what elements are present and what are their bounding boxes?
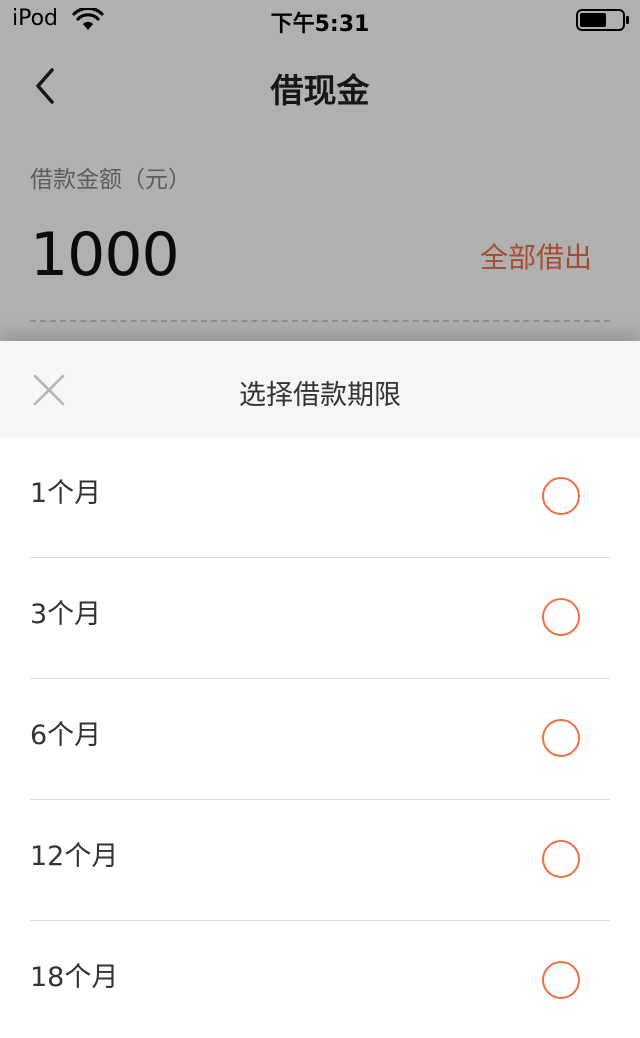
term-label: 18个月 <box>30 962 119 993</box>
radio-icon[interactable] <box>542 840 580 878</box>
term-option-12[interactable]: 12个月 <box>30 800 610 921</box>
radio-icon[interactable] <box>542 961 580 999</box>
term-list: 1个月 3个月 6个月 12个月 18个月 <box>0 437 640 1038</box>
term-label: 12个月 <box>30 841 119 872</box>
term-option-18[interactable]: 18个月 <box>30 921 610 1038</box>
sheet-title: 选择借款期限 <box>239 380 401 411</box>
radio-icon[interactable] <box>542 598 580 636</box>
term-option-3[interactable]: 3个月 <box>30 558 610 679</box>
term-label: 6个月 <box>30 720 102 751</box>
term-option-1[interactable]: 1个月 <box>30 437 610 558</box>
radio-icon[interactable] <box>542 719 580 757</box>
radio-icon[interactable] <box>542 477 580 515</box>
term-label: 3个月 <box>30 599 102 630</box>
term-option-6[interactable]: 6个月 <box>30 679 610 800</box>
term-label: 1个月 <box>30 478 102 509</box>
sheet-header: 选择借款期限 <box>0 341 640 437</box>
term-picker-sheet: 选择借款期限 1个月 3个月 6个月 12个月 18个月 <box>0 341 640 1038</box>
